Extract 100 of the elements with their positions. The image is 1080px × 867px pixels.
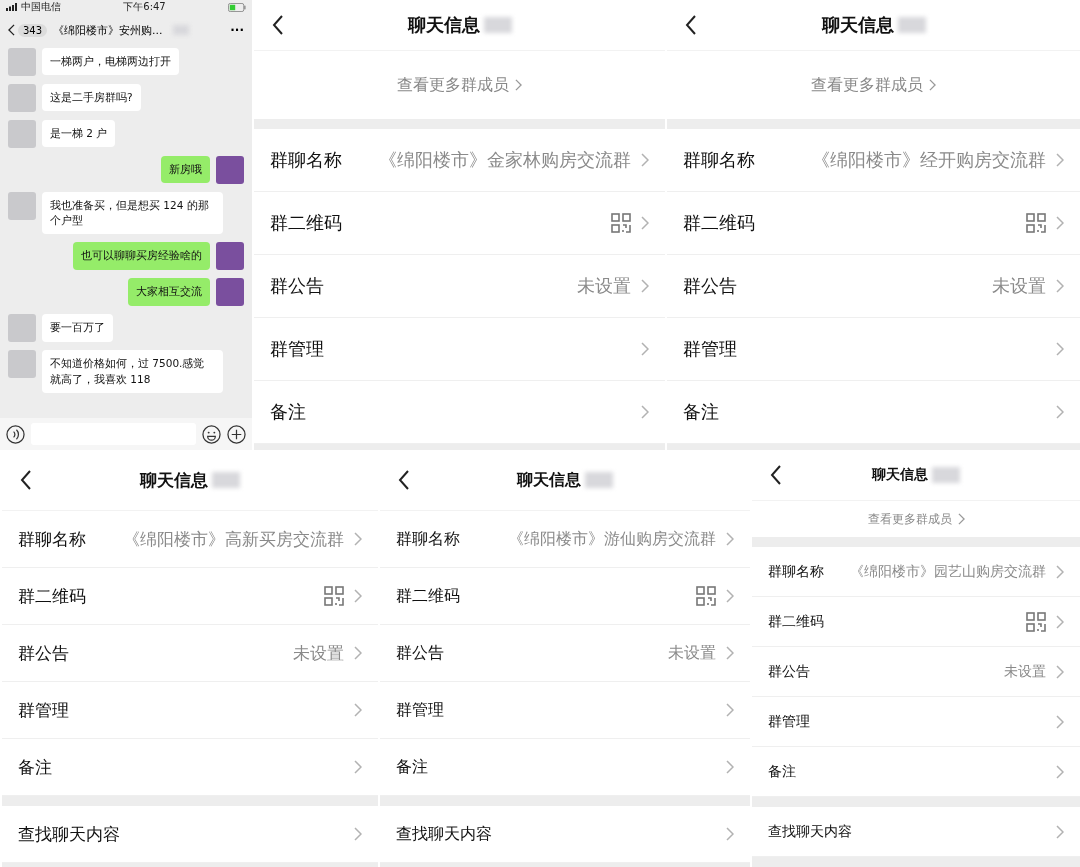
row-value: 《绵阳楼市》园艺山购房交流群 — [850, 562, 1046, 581]
avatar-placeholder — [216, 156, 244, 184]
row-label: 备注 — [683, 400, 719, 424]
chevron-icon — [726, 760, 734, 774]
message-bubble: 是一梯 2 户 — [42, 120, 116, 148]
chevron-icon — [641, 153, 649, 167]
row-label: 群二维码 — [396, 585, 460, 607]
row-label: 群二维码 — [683, 211, 755, 235]
blurred-name — [897, 17, 926, 33]
row-value: 未设置 — [1004, 662, 1046, 681]
back-icon[interactable] — [272, 15, 284, 35]
message-bubble: 也可以聊聊买房经验啥的 — [73, 242, 210, 270]
chevron-icon — [957, 513, 965, 525]
row-label: 群聊名称 — [18, 527, 86, 551]
back-icon[interactable] — [685, 15, 697, 35]
settings-row[interactable]: 群管理 — [752, 697, 1080, 747]
row-value: 《绵阳楼市》金家林购房交流群 — [379, 148, 631, 172]
show-more-members-link[interactable]: 查看更多群成员 — [811, 74, 936, 96]
chevron-icon — [641, 342, 649, 356]
show-more-members-link[interactable]: 查看更多群成员 — [867, 510, 965, 528]
chevron-icon — [1056, 216, 1064, 230]
screen-title: 聊天信息 — [407, 13, 480, 37]
chevron-icon — [726, 589, 734, 603]
carrier-name: 中国电信 — [21, 0, 61, 14]
qr-code-icon — [696, 586, 716, 606]
settings-row[interactable]: 群二维码 — [2, 568, 378, 625]
chevron-icon — [1056, 614, 1064, 629]
settings-row[interactable]: 群二维码 — [752, 597, 1080, 647]
row-label: 备注 — [396, 756, 428, 778]
show-more-members-link[interactable]: 查看更多群成员 — [397, 74, 522, 96]
settings-row[interactable]: 群管理 — [667, 318, 1080, 381]
row-label: 群聊名称 — [270, 148, 342, 172]
row-value: 未设置 — [577, 274, 631, 298]
row-label: 群公告 — [768, 662, 810, 681]
message-bubble: 不知道价格如何，过 7500.感觉就高了，我喜欢 118 — [42, 350, 223, 393]
chevron-icon — [726, 646, 734, 660]
row-value: 《绵阳楼市》经开购房交流群 — [812, 148, 1046, 172]
row-label: 群公告 — [270, 274, 324, 298]
screen-title: 聊天信息 — [140, 468, 208, 492]
settings-row[interactable]: 群二维码 — [380, 568, 750, 625]
screen-title: 聊天信息 — [821, 13, 894, 37]
row-label: 备注 — [270, 400, 306, 424]
settings-row[interactable]: 备注 — [667, 381, 1080, 444]
settings-row[interactable]: 群二维码 — [667, 192, 1080, 255]
back-icon — [8, 24, 15, 36]
row-label: 群公告 — [18, 641, 69, 665]
chevron-icon — [354, 589, 362, 603]
settings-row[interactable]: 群公告 未设置 — [667, 255, 1080, 318]
chevron-icon — [726, 827, 734, 841]
voice-icon[interactable] — [6, 424, 25, 444]
battery-icon — [228, 2, 246, 12]
screen-title: 聊天信息 — [517, 469, 581, 491]
row-label: 备注 — [18, 755, 52, 779]
chevron-icon — [354, 532, 362, 546]
emoji-icon[interactable] — [202, 424, 221, 444]
avatar-placeholder — [216, 242, 244, 271]
row-label: 群二维码 — [270, 211, 342, 235]
row-label: 查找聊天内容 — [396, 823, 492, 845]
row-label: 群管理 — [396, 699, 444, 721]
screen-title: 聊天信息 — [872, 466, 928, 484]
more-button[interactable]: ··· — [230, 23, 244, 37]
row-label: 群公告 — [396, 642, 444, 664]
settings-row[interactable]: 群二维码 — [254, 192, 665, 255]
chevron-icon — [1056, 664, 1064, 679]
add-icon[interactable] — [227, 424, 246, 444]
message-bubble: 新房哦 — [161, 156, 210, 184]
row-label: 群聊名称 — [768, 562, 824, 581]
avatar-placeholder — [8, 84, 36, 112]
settings-row[interactable]: 查找聊天内容 — [752, 807, 1080, 857]
settings-row[interactable]: 群公告 未设置 — [752, 647, 1080, 697]
chevron-icon — [1056, 342, 1064, 356]
qr-code-icon — [324, 586, 344, 606]
row-label: 群聊名称 — [396, 528, 460, 550]
avatar-placeholder — [8, 48, 36, 76]
chevron-icon — [726, 703, 734, 717]
row-label: 群管理 — [683, 337, 737, 361]
settings-row[interactable]: 群聊名称 《绵阳楼市》经开购房交流群 — [667, 129, 1080, 192]
chevron-icon — [1056, 764, 1064, 779]
settings-row[interactable]: 群聊名称 《绵阳楼市》园艺山购房交流群 — [752, 547, 1080, 597]
blurred-name — [483, 17, 512, 33]
row-value: 《绵阳楼市》高新买房交流群 — [123, 527, 344, 551]
back-icon[interactable] — [20, 470, 32, 490]
back-icon[interactable] — [770, 465, 782, 485]
avatar-placeholder — [8, 314, 36, 343]
message-bubble: 这是二手房群吗? — [42, 84, 141, 112]
chevron-icon — [641, 216, 649, 230]
chevron-icon — [515, 79, 522, 91]
settings-row[interactable]: 备注 — [752, 747, 1080, 797]
blurred-name — [212, 472, 240, 488]
chevron-icon — [1056, 714, 1064, 729]
back-icon[interactable] — [398, 470, 410, 490]
row-value: 《绵阳楼市》游仙购房交流群 — [508, 528, 716, 550]
status-time: 下午6:47 — [123, 0, 166, 14]
qr-code-icon — [1026, 611, 1046, 632]
blurred-name — [585, 472, 613, 488]
message-bubble: 大家相互交流 — [128, 278, 210, 306]
row-value: 未设置 — [992, 274, 1046, 298]
row-label: 群公告 — [683, 274, 737, 298]
chevron-icon — [1056, 153, 1064, 167]
row-label: 群二维码 — [768, 612, 824, 631]
